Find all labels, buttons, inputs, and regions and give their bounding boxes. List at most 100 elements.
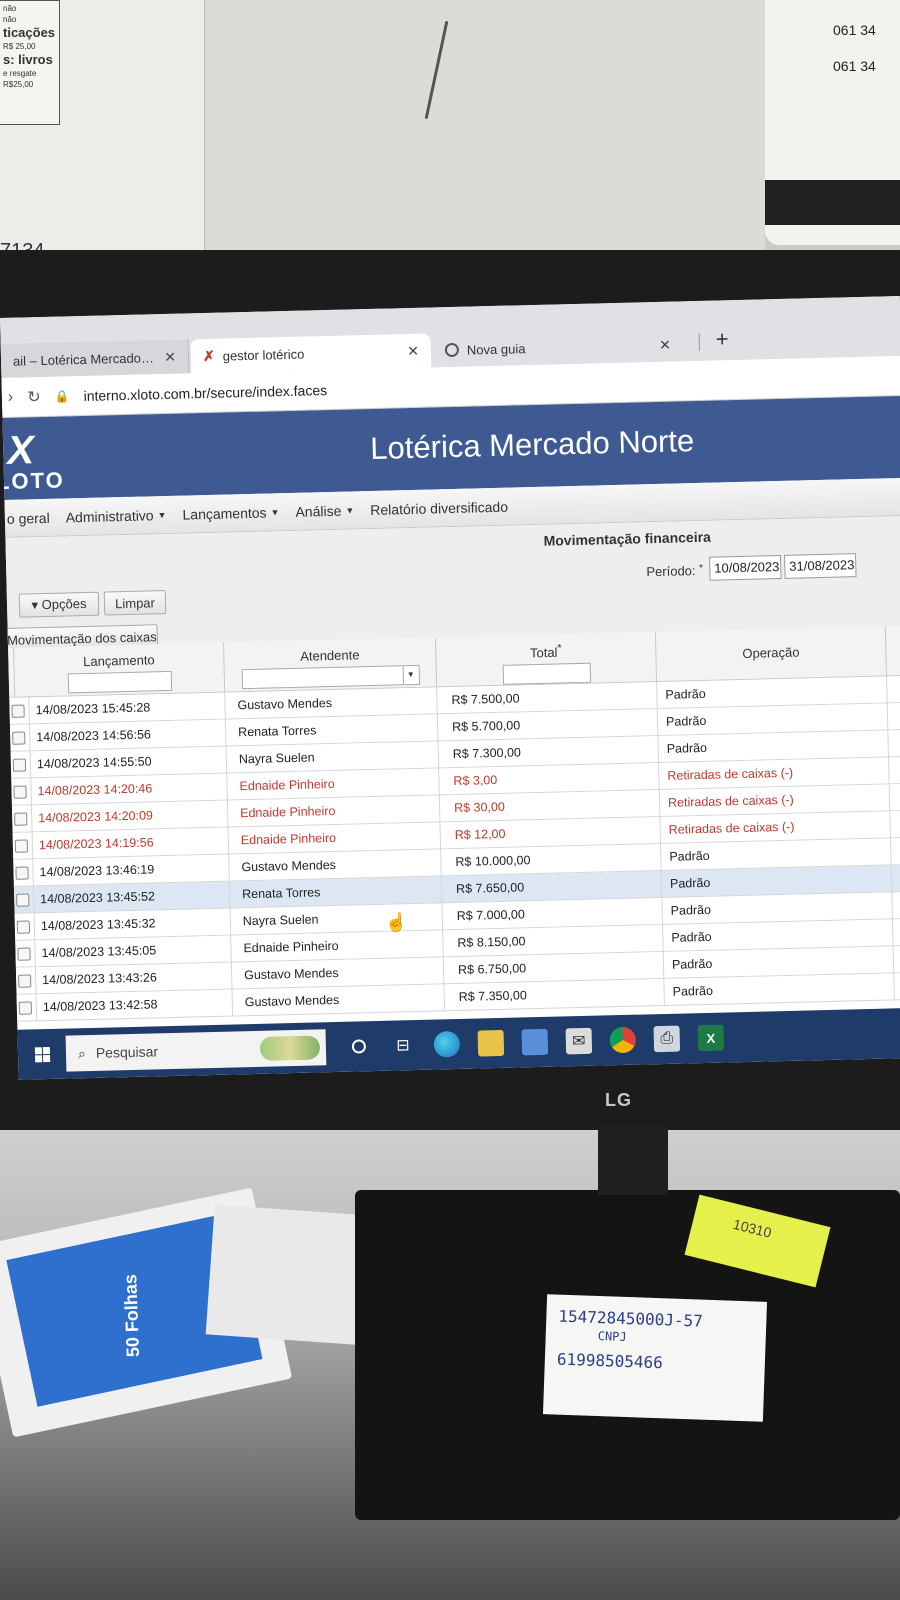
row-checkbox[interactable] xyxy=(9,778,32,806)
paper-line: e resgate xyxy=(3,69,37,78)
period-label: Período: * xyxy=(646,563,703,579)
caret-down-icon: ▼ xyxy=(345,504,355,516)
required-mark: * xyxy=(698,562,704,574)
row-checkbox[interactable] xyxy=(10,832,34,860)
column-label: Operação xyxy=(742,644,800,661)
menu-item-administrativo[interactable]: Administrativo ▼ xyxy=(65,506,167,525)
start-button[interactable] xyxy=(18,1046,66,1062)
cell-date: 14/08/2023 13:42:58 xyxy=(36,989,234,1022)
paper-heading: ticações xyxy=(3,25,56,40)
monitor-screen: ail – Lotérica Mercado Norte I ✕ ✗ gesto… xyxy=(0,296,900,1080)
menu-item-relatorio-diversificado[interactable]: Relatório diversificado xyxy=(370,498,508,517)
paper-row: não xyxy=(3,15,17,24)
menu-label: Administrativo xyxy=(65,506,154,525)
menu-label: Lançamentos xyxy=(182,504,267,523)
column-header-total[interactable]: Total* xyxy=(435,632,658,688)
taskbar-apps: ⊟ ✉ ⎙ X xyxy=(346,1024,725,1060)
close-tab-icon[interactable]: ✕ xyxy=(659,336,671,353)
menu-item-analise[interactable]: Análise ▼ xyxy=(295,502,354,519)
xloto-logo[interactable]: X LOTO xyxy=(0,428,65,494)
lock-icon[interactable]: 🔒 xyxy=(54,389,69,403)
reload-icon[interactable]: ↻ xyxy=(27,387,41,407)
url-field[interactable]: interno.xloto.com.br/secure/index.faces xyxy=(83,382,327,404)
taskbar-search[interactable]: ⌕ Pesquisar xyxy=(65,1029,327,1072)
black-band xyxy=(765,180,900,225)
widgets-icon[interactable]: ⊟ xyxy=(390,1032,417,1059)
close-tab-icon[interactable]: ✕ xyxy=(407,342,419,359)
app-title: Lotérica Mercado Norte xyxy=(369,423,695,466)
row-checkbox[interactable] xyxy=(12,913,36,941)
financial-movement-table: Lançamento Atendente ▼ Total* Operação 1… xyxy=(7,625,900,1022)
caret-down-icon: ▼ xyxy=(270,506,280,517)
close-tab-icon[interactable]: ✕ xyxy=(164,348,176,365)
paper-row: não xyxy=(3,4,17,13)
chrome-icon[interactable] xyxy=(609,1026,637,1054)
row-checkbox[interactable] xyxy=(11,886,35,914)
row-checkbox[interactable] xyxy=(13,967,37,995)
clear-button[interactable]: Limpar xyxy=(103,590,167,616)
phone-number: 061 34 xyxy=(833,22,876,38)
menu-item-visao-geral[interactable]: o geral xyxy=(7,509,50,526)
caret-down-icon: ▼ xyxy=(157,509,167,520)
monitor-stand-neck xyxy=(598,1125,668,1195)
column-label: Lançamento xyxy=(82,652,155,670)
forward-icon[interactable]: › xyxy=(8,388,14,406)
booklet-text: 50 Folhas xyxy=(120,1273,144,1358)
store-icon[interactable] xyxy=(521,1028,549,1056)
cell-total: R$ 7.350,00 xyxy=(444,978,666,1012)
mail-icon[interactable]: ✉ xyxy=(565,1027,593,1055)
row-checkbox[interactable] xyxy=(7,724,31,752)
hand-cursor-icon: ☝ xyxy=(384,912,408,933)
tab-webmail[interactable]: ail – Lotérica Mercado Norte I ✕ xyxy=(0,339,190,378)
total-filter-input[interactable] xyxy=(502,663,591,686)
paper-price: R$ 25,00 xyxy=(3,42,36,51)
cell-attendant: Gustavo Mendes xyxy=(232,984,446,1017)
task-view-icon[interactable] xyxy=(346,1033,373,1060)
pen-scribble xyxy=(424,20,449,120)
menu-label: o geral xyxy=(6,509,50,527)
search-placeholder: Pesquisar xyxy=(95,1043,159,1061)
column-header-operation[interactable]: Operação xyxy=(655,626,888,683)
date-to-input[interactable]: 31/08/2023 xyxy=(784,553,857,579)
handwritten-note: 15472845000J-57 CNPJ 61998505466 xyxy=(542,1294,768,1422)
column-label: Atendente xyxy=(300,647,360,664)
menu-label: Análise xyxy=(295,502,342,520)
column-header-attendant[interactable]: Atendente ▼ xyxy=(223,637,438,693)
left-paper-sheet: não não ticações R$ 25,00 s: livros e re… xyxy=(0,0,205,285)
note-cnpj-number: 15472845000J-57 xyxy=(558,1306,704,1331)
printer-icon[interactable]: ⎙ xyxy=(653,1025,681,1053)
note-cnpj-label: CNPJ xyxy=(597,1328,627,1344)
monitor-brand-logo: LG xyxy=(605,1090,632,1110)
cell-operation: Padrão xyxy=(664,973,895,1006)
windows-logo-icon xyxy=(34,1046,50,1062)
menu-label: Relatório diversificado xyxy=(370,498,509,518)
row-checkbox[interactable] xyxy=(14,994,38,1022)
row-checkbox[interactable] xyxy=(11,859,34,887)
table-body: 14/08/2023 15:45:28 Gustavo Mendes R$ 7.50… xyxy=(7,675,900,1022)
search-icon: ⌕ xyxy=(77,1044,87,1061)
tab-label: gestor lotérico xyxy=(222,346,305,364)
date-from-input[interactable]: 10/08/2023 xyxy=(709,554,782,581)
row-checkbox[interactable] xyxy=(7,697,30,725)
paper-line: R$25,00 xyxy=(3,80,34,89)
excel-icon[interactable]: X xyxy=(697,1024,725,1052)
printed-receipt xyxy=(205,1204,375,1346)
logo-x: X xyxy=(6,428,35,473)
edge-icon[interactable] xyxy=(433,1030,461,1058)
column-label: Total xyxy=(529,644,558,661)
row-checkbox[interactable] xyxy=(9,805,33,833)
chevron-down-icon[interactable]: ▼ xyxy=(402,665,419,685)
row-checkbox[interactable] xyxy=(8,751,32,779)
row-checkbox[interactable] xyxy=(13,940,36,968)
date-filter-input[interactable] xyxy=(67,670,172,694)
tab-label: Nova guia xyxy=(466,340,526,358)
right-paper-sheet: 061 34 061 34 xyxy=(765,0,900,245)
column-header-date[interactable]: Lançamento xyxy=(14,642,226,698)
new-tab-button[interactable]: + xyxy=(715,326,728,352)
tab-label: ail – Lotérica Mercado Norte I xyxy=(12,349,157,369)
options-button[interactable]: ▾ Opções xyxy=(18,591,100,618)
attendant-filter-select[interactable]: ▼ xyxy=(241,664,420,690)
paper-heading: s: livros xyxy=(3,52,53,67)
file-explorer-icon[interactable] xyxy=(477,1029,505,1057)
menu-item-lancamentos[interactable]: Lançamentos ▼ xyxy=(182,504,279,522)
